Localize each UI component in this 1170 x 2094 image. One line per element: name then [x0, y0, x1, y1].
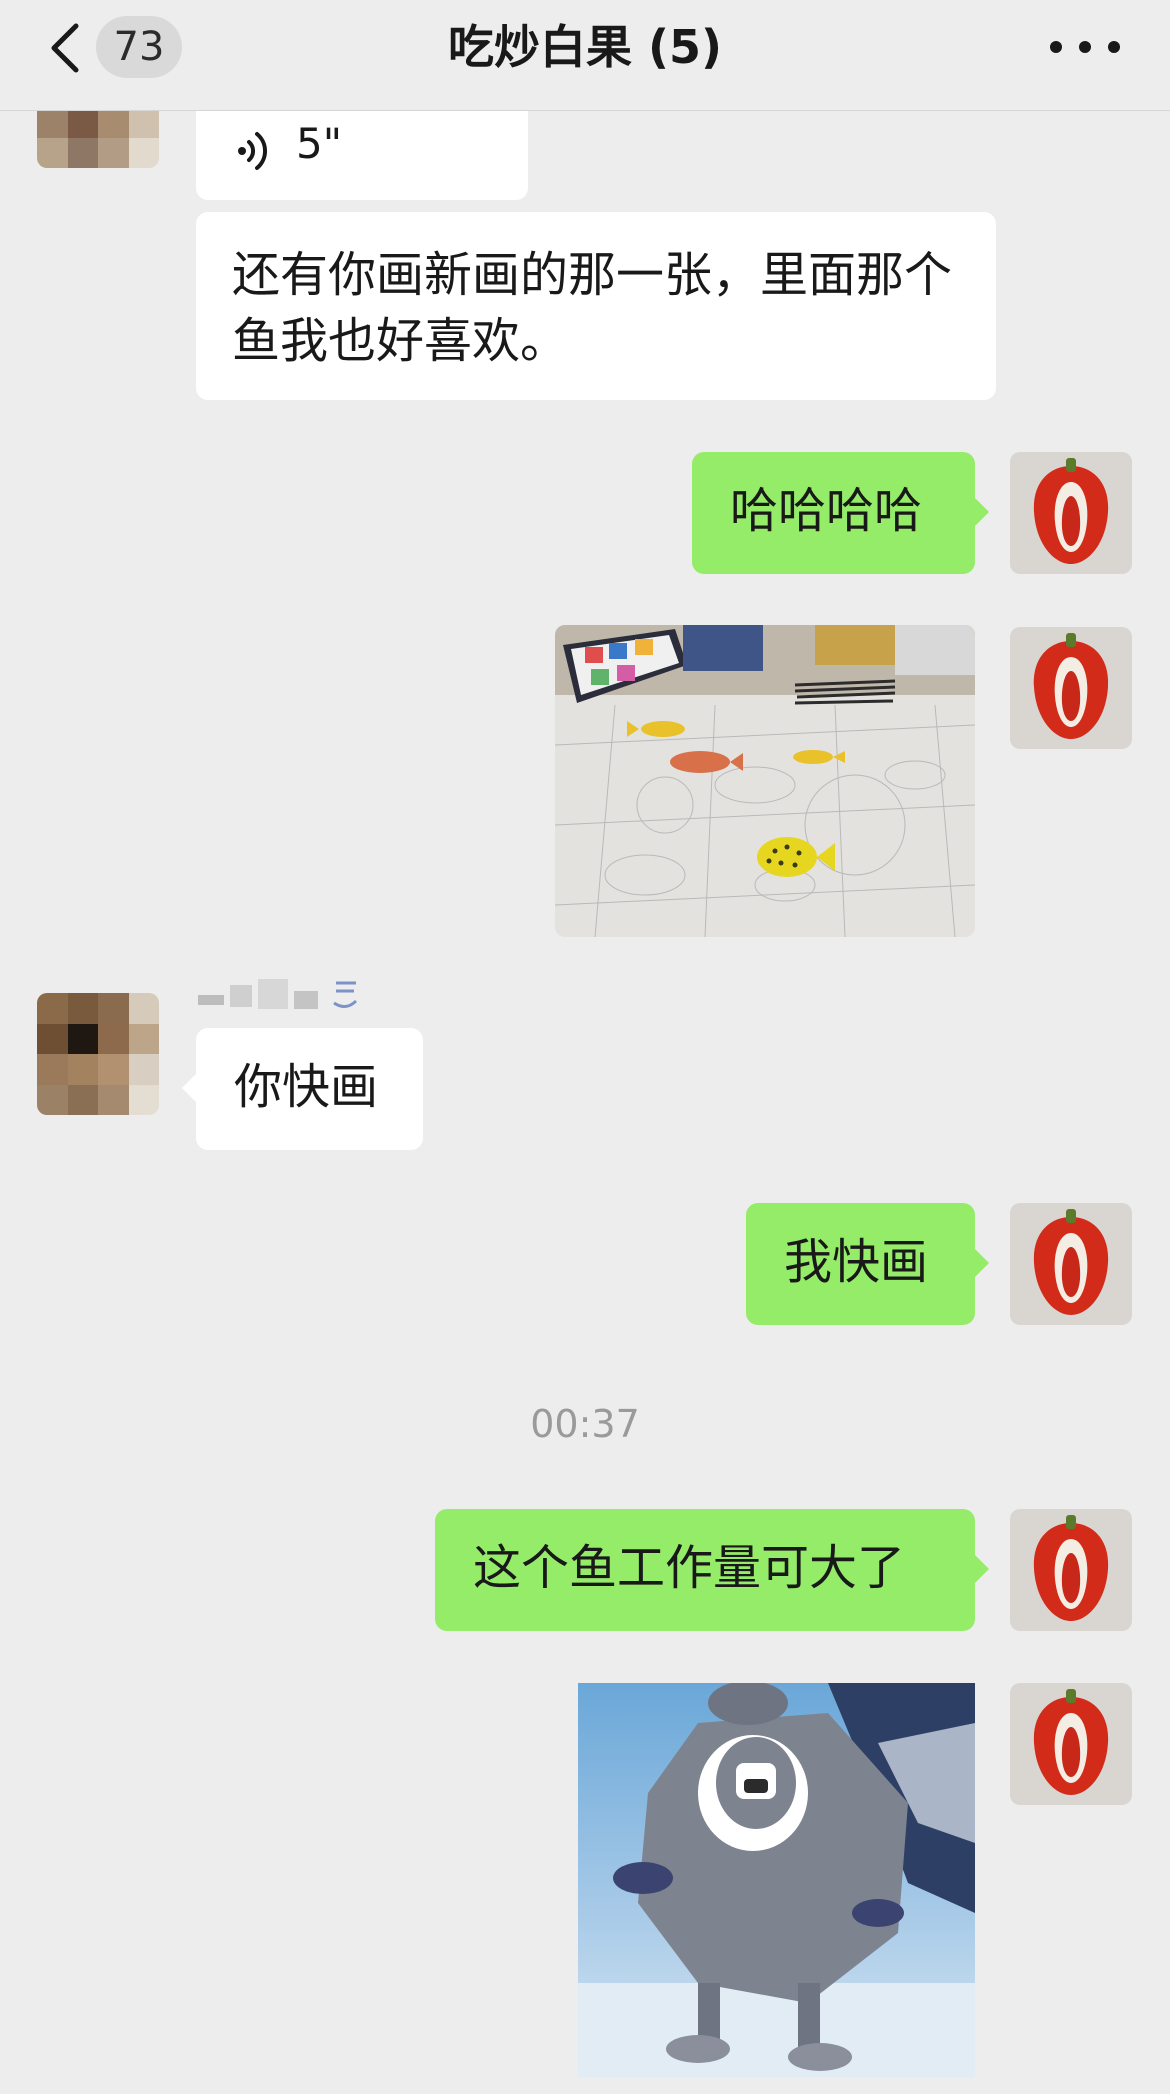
red-pepper-avatar-icon [1010, 627, 1132, 749]
voice-wave-icon [238, 132, 268, 170]
message-bubble-other[interactable]: 你快画 [182, 1028, 423, 1150]
message-bubble-self[interactable]: 哈哈哈哈 [692, 452, 989, 574]
chat-header: 73 吃炒白果 (5) [0, 0, 1170, 111]
message-bubble-other[interactable]: 还有你画新画的那一张，里面那个鱼我也好喜欢。 [196, 212, 996, 400]
image-message[interactable] [555, 625, 975, 937]
message-bubble-self[interactable]: 这个鱼工作量可大了 [435, 1509, 989, 1631]
sender-name-hidden [196, 975, 376, 1013]
red-pepper-avatar-icon [1010, 452, 1132, 574]
avatar-self[interactable] [1010, 452, 1132, 574]
drawing-photo [555, 625, 975, 937]
avatar-self[interactable] [1010, 1203, 1132, 1325]
message-text: 我快画 [784, 1234, 929, 1290]
red-pepper-avatar-icon [1010, 1509, 1132, 1631]
sticker-image [578, 1683, 975, 2077]
message-text: 哈哈哈哈 [730, 483, 923, 539]
message-text: 你快画 [234, 1059, 379, 1115]
more-options-button[interactable] [1050, 22, 1120, 72]
sticker-message[interactable] [578, 1683, 975, 2077]
chat-title: 吃炒白果 (5) [447, 20, 723, 74]
red-pepper-avatar-icon [1010, 1683, 1132, 1805]
voice-duration: 5" [296, 119, 343, 168]
avatar-self[interactable] [1010, 1509, 1132, 1631]
avatar-self[interactable] [1010, 627, 1132, 749]
blurred-name-icon [198, 979, 358, 1009]
message-text: 这个鱼工作量可大了 [473, 1540, 906, 1596]
message-text: 还有你画新画的那一张，里面那个鱼我也好喜欢。 [232, 247, 953, 369]
message-bubble-self[interactable]: 我快画 [746, 1203, 989, 1325]
more-dots-icon [1050, 41, 1062, 53]
message-timestamp: 00:37 [530, 1402, 640, 1446]
red-pepper-avatar-icon [1010, 1203, 1132, 1325]
voice-message-bubble[interactable]: 5" [196, 104, 528, 200]
avatar-self[interactable] [1010, 1683, 1132, 1805]
avatar-other-2[interactable] [37, 993, 159, 1115]
